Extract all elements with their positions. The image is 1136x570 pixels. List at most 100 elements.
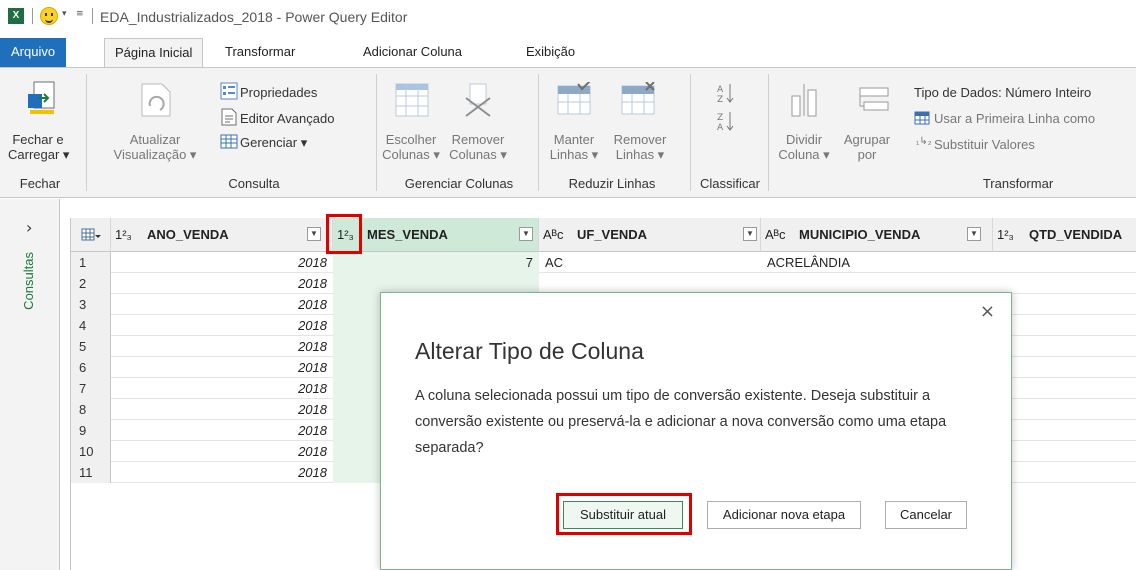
cell-ano-venda[interactable]: 2018 [111, 441, 333, 462]
tab-exibicao[interactable]: Exibição [516, 38, 585, 67]
group-separator [86, 74, 87, 191]
column-header-municipio-venda[interactable]: Aᴮc MUNICIPIO_VENDA ▼ [761, 218, 993, 252]
sort-descending-icon[interactable]: Z A [717, 110, 735, 132]
ribbon-tabs: Arquivo Página Inicial Transformar Adici… [0, 38, 1136, 68]
group-separator [376, 74, 377, 191]
remove-rows-icon [621, 82, 655, 115]
cell-ano-venda[interactable]: 2018 [111, 336, 333, 357]
group-label-classificar: Classificar [700, 176, 760, 191]
row-number[interactable]: 10 [71, 441, 111, 462]
close-and-load-button[interactable]: Fechar e Carregar ▾ [8, 132, 69, 162]
add-new-step-button[interactable]: Adicionar nova etapa [707, 501, 861, 529]
split-column-button[interactable]: Dividir Coluna ▾ [776, 132, 832, 162]
cell-ano-venda[interactable]: 2018 [111, 420, 333, 441]
row-number[interactable]: 11 [71, 462, 111, 483]
filter-dropdown-icon[interactable]: ▼ [967, 227, 981, 241]
expand-queries-chevron-icon[interactable]: › [26, 218, 32, 237]
group-label-gerenciar-colunas: Gerenciar Colunas [404, 176, 514, 191]
refresh-preview-button[interactable]: Atualizar Visualização ▾ [110, 132, 200, 162]
column-name: UF_VENDA [577, 227, 648, 242]
row-number[interactable]: 2 [71, 273, 111, 294]
dialog-title: Alterar Tipo de Coluna [415, 338, 644, 364]
keep-rows-button[interactable]: Manter Linhas ▾ [546, 132, 602, 162]
replace-button-highlight [556, 493, 692, 535]
cell-ano-venda[interactable]: 2018 [111, 294, 333, 315]
refresh-preview-line1: Atualizar [129, 132, 181, 147]
title-separator [92, 8, 93, 24]
cell-ano-venda[interactable]: 2018 [111, 315, 333, 336]
tab-adicionar-coluna[interactable]: Adicionar Coluna [353, 38, 472, 67]
column-header-mes-venda[interactable]: 1²₃ MES_VENDA ▼ [333, 218, 539, 252]
cell-mes-venda[interactable] [333, 273, 539, 294]
table-menu-icon [81, 228, 101, 241]
group-by-button[interactable]: Agrupar por [838, 132, 896, 162]
row-number[interactable]: 8 [71, 399, 111, 420]
cell-uf-venda[interactable]: AC [539, 252, 761, 273]
advanced-editor-button[interactable]: Editor Avançado [240, 111, 334, 126]
row-number[interactable]: 4 [71, 315, 111, 336]
row-number[interactable]: 9 [71, 420, 111, 441]
replace-values-button[interactable]: Substituir Valores [934, 137, 1035, 152]
properties-icon [220, 82, 238, 100]
filter-dropdown-icon[interactable]: ▼ [743, 227, 757, 241]
group-label-reduzir-linhas: Reduzir Linhas [568, 176, 656, 191]
text-type-icon[interactable]: Aᴮc [543, 227, 564, 242]
filter-dropdown-icon[interactable]: ▼ [307, 227, 321, 241]
title-bar: X ▾ ≡ EDA_Industrializados_2018 - Power … [0, 0, 1136, 38]
svg-text:Z: Z [717, 113, 723, 123]
cell-ano-venda[interactable]: 2018 [111, 273, 333, 294]
manage-button[interactable]: Gerenciar ▾ [240, 135, 307, 151]
group-by-line1: Agrupar [843, 132, 891, 147]
remove-columns-button[interactable]: Remover Colunas ▾ [446, 132, 510, 162]
data-type-dropdown[interactable]: Tipo de Dados: Número Inteiro [914, 85, 1091, 100]
row-number[interactable]: 5 [71, 336, 111, 357]
cancel-button[interactable]: Cancelar [885, 501, 967, 529]
cell-ano-venda[interactable]: 2018 [111, 357, 333, 378]
remove-columns-icon [465, 83, 491, 117]
choose-columns-button[interactable]: Escolher Colunas ▾ [380, 132, 442, 162]
whole-number-type-icon[interactable]: 1²₃ [115, 227, 132, 242]
cell-ano-venda[interactable]: 2018 [111, 399, 333, 420]
refresh-preview-line2: Visualização ▾ [113, 147, 197, 162]
row-number[interactable]: 3 [71, 294, 111, 315]
text-type-icon[interactable]: Aᴮc [765, 227, 786, 242]
properties-button[interactable]: Propriedades [240, 85, 317, 100]
advanced-editor-icon [221, 108, 237, 126]
column-name: MUNICIPIO_VENDA [799, 227, 921, 242]
tab-pagina-inicial[interactable]: Página Inicial [104, 38, 204, 68]
ribbon: Fechar e Carregar ▾ Fechar Atualizar Vis… [0, 67, 1136, 198]
whole-number-type-icon[interactable]: 1²₃ [997, 227, 1014, 242]
column-header-qtd-vendida[interactable]: 1²₃ QTD_VENDIDA [993, 218, 1136, 252]
choose-columns-icon [395, 83, 429, 117]
column-name: ANO_VENDA [147, 227, 229, 242]
row-number[interactable]: 7 [71, 378, 111, 399]
column-name: MES_VENDA [367, 227, 448, 242]
column-header-uf-venda[interactable]: Aᴮc UF_VENDA ▼ [539, 218, 761, 252]
cell-ano-venda[interactable]: 2018 [111, 378, 333, 399]
close-icon[interactable]: × [980, 301, 995, 322]
tab-arquivo[interactable]: Arquivo [0, 38, 67, 67]
cell-ano-venda[interactable]: 2018 [111, 462, 333, 483]
row-number[interactable]: 1 [71, 252, 111, 273]
filter-dropdown-icon[interactable]: ▼ [519, 227, 533, 241]
split-column-line1: Dividir [785, 132, 823, 147]
chevron-down-icon[interactable]: ▾ [62, 9, 67, 19]
column-header-ano-venda[interactable]: 1²₃ ANO_VENDA ▼ [111, 218, 333, 252]
table-corner-menu[interactable] [71, 218, 111, 252]
cell-mes-venda[interactable]: 7 [333, 252, 539, 273]
queries-pane-label[interactable]: Consultas [21, 252, 36, 310]
group-label-fechar: Fechar [19, 176, 61, 191]
use-first-row-button[interactable]: Usar a Primeira Linha como [934, 111, 1095, 126]
sort-ascending-icon[interactable]: A Z [717, 82, 735, 104]
row-number[interactable]: 6 [71, 357, 111, 378]
quick-access-customize-icon[interactable]: ≡ [76, 9, 84, 19]
column-name: QTD_VENDIDA [1029, 227, 1123, 242]
cell-municipio-venda[interactable]: ACRELÂNDIA [761, 252, 993, 273]
remove-rows-button[interactable]: Remover Linhas ▾ [608, 132, 672, 162]
keep-rows-line1: Manter [553, 132, 595, 147]
excel-app-icon: X [8, 8, 24, 24]
feedback-smiley-icon[interactable] [40, 7, 58, 25]
cell-ano-venda[interactable]: 2018 [111, 252, 333, 273]
tab-transformar[interactable]: Transformar [215, 38, 305, 67]
close-and-load-icon [28, 81, 55, 114]
